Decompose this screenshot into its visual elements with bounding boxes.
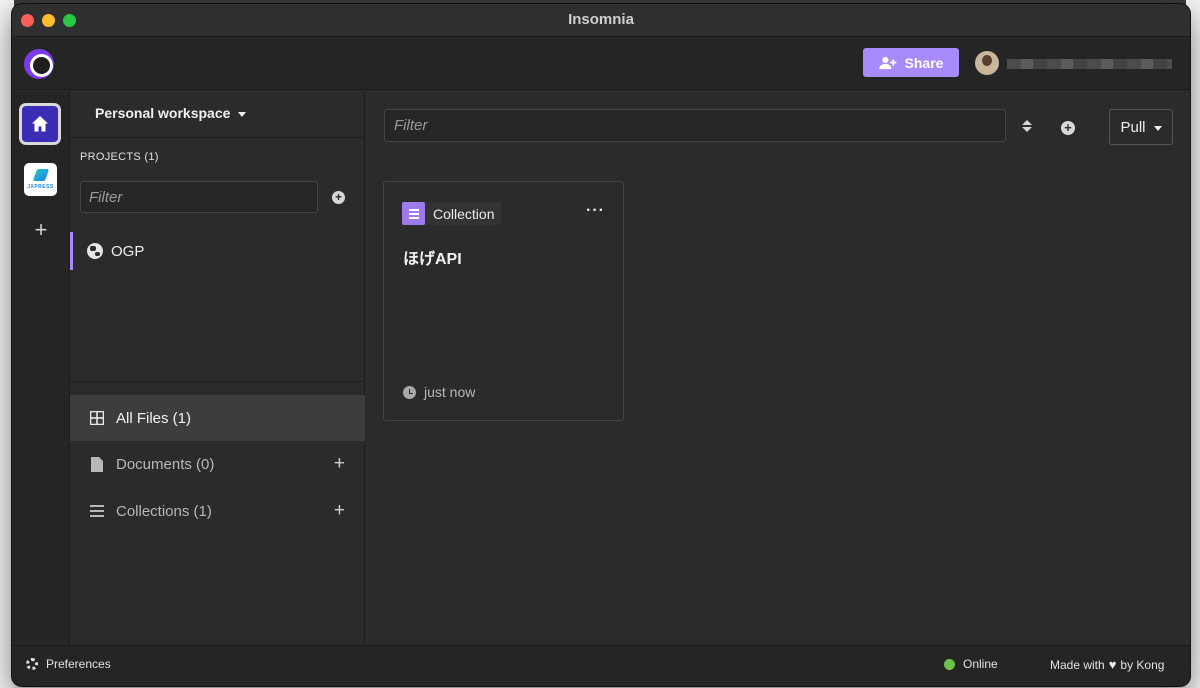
file-card[interactable]: Collection ··· ほげAPI just now	[383, 181, 624, 421]
share-button[interactable]: Share	[863, 48, 959, 77]
nav-collections-label: Collections (1)	[116, 502, 212, 520]
sidebar: Personal workspace PROJECTS (1) + OGP Al…	[70, 91, 365, 645]
pull-label: Pull	[1120, 118, 1146, 136]
file-title: ほげAPI	[403, 251, 462, 268]
nav-all-files[interactable]: All Files (1)	[70, 395, 365, 441]
clock-icon	[403, 385, 416, 399]
add-document-button[interactable]: +	[334, 453, 345, 475]
workspace-dropdown[interactable]: Personal workspace	[95, 105, 247, 121]
heart-icon: ♥	[1108, 657, 1117, 672]
insomnia-logo-icon[interactable]	[24, 49, 54, 79]
grid-icon	[90, 411, 104, 425]
project-label: OGP	[111, 242, 145, 260]
online-dot-icon	[944, 658, 955, 670]
caret-down-icon	[1153, 125, 1162, 131]
app-header: Share	[12, 38, 1190, 90]
nav-documents-label: Documents (0)	[116, 455, 215, 473]
preferences-button[interactable]: Preferences	[26, 657, 111, 671]
made-with-prefix: Made with	[1050, 657, 1105, 672]
user-avatar[interactable]	[975, 51, 999, 75]
title-bar: Insomnia	[12, 4, 1190, 37]
nav-collections[interactable]: Collections (1) +	[70, 488, 365, 534]
online-label: Online	[963, 657, 998, 671]
globe-icon	[87, 243, 103, 259]
app-window: Insomnia Share JXPRESS + Personal worksp…	[12, 4, 1190, 686]
project-item-ogp[interactable]: OGP	[70, 232, 365, 270]
organization-logo-text: JXPRESS	[27, 184, 54, 190]
add-organization-button[interactable]: +	[30, 219, 52, 241]
project-filter-input[interactable]	[80, 181, 318, 213]
workspace-title: Personal workspace	[95, 105, 231, 121]
preferences-label: Preferences	[46, 657, 111, 671]
user-name-redacted	[1007, 59, 1172, 69]
add-collection-button[interactable]: +	[334, 500, 345, 522]
online-status: Online	[944, 657, 998, 671]
home-button[interactable]	[19, 103, 61, 145]
file-type-label: Collection	[433, 205, 495, 222]
files-filter-input[interactable]	[384, 109, 1006, 142]
window-title: Insomnia	[568, 11, 634, 28]
caret-down-icon	[238, 111, 247, 117]
organization-button[interactable]: JXPRESS	[24, 163, 57, 196]
status-bar: Preferences Online Made with ♥ by Kong	[12, 645, 1190, 686]
more-options-icon[interactable]: ···	[586, 203, 605, 219]
made-with-kong-link[interactable]: Made with ♥ by Kong	[1050, 657, 1164, 672]
create-icon[interactable]: +	[1061, 121, 1075, 135]
made-with-suffix: by Kong	[1120, 657, 1165, 672]
file-type-badge: Collection	[402, 202, 502, 225]
divider	[70, 137, 364, 138]
divider	[70, 381, 364, 382]
projects-heading: PROJECTS (1)	[80, 151, 159, 163]
share-label: Share	[904, 54, 944, 71]
home-icon	[32, 116, 48, 132]
main-panel: + Pull Collection ··· ほげAPI just now	[366, 91, 1190, 645]
file-modified-label: just now	[424, 384, 476, 400]
nav-all-files-label: All Files (1)	[116, 409, 192, 427]
document-icon	[90, 456, 104, 472]
list-icon	[90, 504, 104, 518]
file-modified: just now	[403, 384, 475, 400]
gear-icon	[26, 658, 38, 670]
nav-documents[interactable]: Documents (0) +	[70, 441, 365, 487]
add-project-icon[interactable]: +	[332, 191, 345, 204]
pull-button[interactable]: Pull	[1109, 109, 1173, 145]
organization-logo-icon	[32, 169, 49, 181]
add-user-icon	[878, 56, 896, 69]
sort-icon[interactable]	[1022, 120, 1032, 134]
collection-icon	[402, 202, 425, 225]
organization-rail: JXPRESS +	[12, 91, 70, 645]
